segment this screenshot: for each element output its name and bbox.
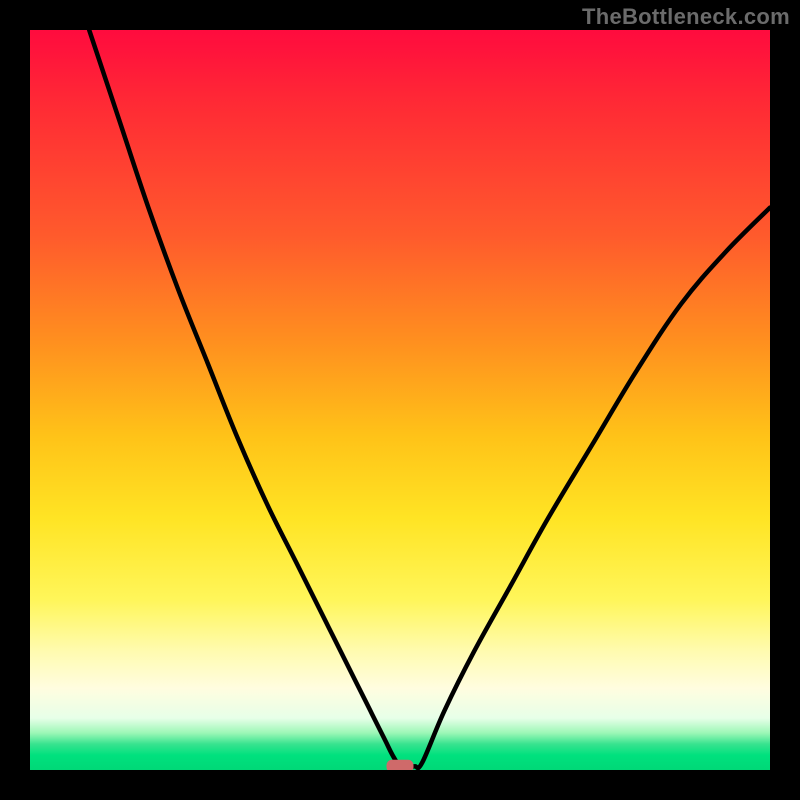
curve-svg (30, 30, 770, 770)
bottleneck-curve (89, 30, 770, 768)
chart-frame: TheBottleneck.com (0, 0, 800, 800)
watermark-text: TheBottleneck.com (582, 4, 790, 30)
plot-area (30, 30, 770, 770)
optimum-marker (387, 760, 413, 770)
